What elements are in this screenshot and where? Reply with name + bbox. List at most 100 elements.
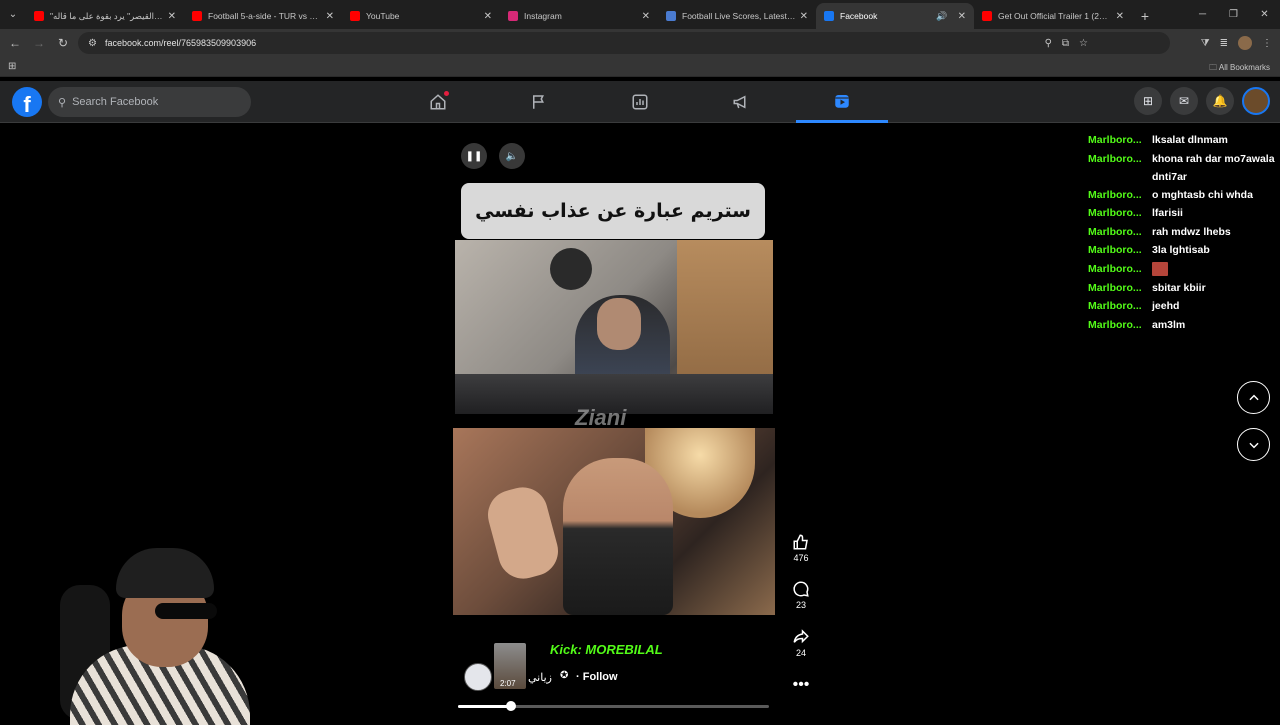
account-avatar[interactable] (1242, 87, 1270, 115)
messenger-icon[interactable]: ✉ (1170, 87, 1198, 115)
previous-reel-button[interactable] (1237, 381, 1270, 414)
volume-button[interactable]: 🔈 (499, 143, 525, 169)
nav-insights[interactable] (594, 81, 686, 123)
install-app-icon[interactable]: ⧉ (1062, 38, 1069, 49)
close-tab-icon[interactable]: ✕ (484, 11, 492, 22)
streamer-head (597, 298, 641, 350)
pause-button[interactable]: ❚❚ (461, 143, 487, 169)
chat-message: Marlboro... o mghtasb chi whda (1088, 186, 1278, 205)
streamer-beanie (116, 548, 214, 598)
toolbar-right: ⧩ ≣ ⋮ (1201, 29, 1272, 57)
chat-message: Marlboro... (1088, 260, 1278, 279)
close-tab-icon[interactable]: ✕ (326, 11, 334, 22)
close-tab-icon[interactable]: ✕ (1116, 11, 1124, 22)
reload-icon[interactable]: ↻ (51, 31, 75, 55)
follow-label: Follow (582, 671, 618, 683)
video-progress-bar[interactable] (458, 701, 769, 711)
guest-figure (563, 458, 673, 615)
browser-tab[interactable]: Football 5-a-side - TUR vs BRA ✕ (184, 3, 342, 29)
url-text: facebook.com/reel/765983509903906 (104, 38, 257, 48)
share-button[interactable]: 24 (788, 628, 814, 658)
site-info-icon[interactable]: ⚙ (88, 38, 97, 49)
minimize-icon[interactable]: ─ (1187, 0, 1218, 29)
chat-message: Marlboro... am3lm (1088, 316, 1278, 335)
more-options-button[interactable]: ••• (788, 676, 814, 694)
extensions-icon[interactable]: ⧩ (1201, 38, 1210, 49)
chat-text: sbitar kbiir (1152, 281, 1206, 294)
tab-audio-icon[interactable]: 🔊 (936, 11, 947, 22)
video-caption: ستريم عبارة عن عذاب نفسي (461, 183, 765, 239)
video-frame-streamer[interactable] (455, 240, 773, 414)
close-tab-icon[interactable]: ✕ (168, 11, 176, 22)
notification-dot (444, 91, 449, 96)
chat-message: Marlboro... lksalat dlnmam (1088, 131, 1278, 150)
tab-title: Football 5-a-side - TUR vs BRA (208, 11, 322, 21)
tab-favicon-icon (824, 11, 834, 21)
chat-text: jeehd (1152, 300, 1180, 313)
menu-icon[interactable]: ⋮ (1262, 38, 1272, 49)
chevron-down-icon (1248, 442, 1259, 448)
comment-button[interactable]: 23 (788, 580, 814, 610)
chat-username: Marlboro... (1088, 207, 1142, 220)
browser-tab[interactable]: Football Live Scores, Latest Foo ✕ (658, 3, 816, 29)
next-reel-button[interactable] (1237, 428, 1270, 461)
more-icon: ••• (792, 676, 810, 693)
profile-avatar[interactable] (1238, 36, 1252, 50)
tab-favicon-icon (508, 11, 518, 21)
chat-emote-icon (1152, 261, 1168, 276)
video-duration: 2:07 (500, 679, 516, 688)
browser-tab[interactable]: "القيصر" يرد بقوة على ما قاله wa ✕ (26, 3, 184, 29)
tab-search-icon[interactable]: ⌄ (0, 0, 26, 29)
kick-overlay: Kick: MOREBILAL (550, 642, 663, 657)
window-controls: ─ ❐ ✕ (1187, 0, 1280, 29)
tab-title: Facebook (840, 11, 878, 21)
facebook-logo-icon[interactable]: f (12, 87, 42, 117)
restore-icon[interactable]: ❐ (1218, 0, 1249, 29)
nav-ads[interactable] (695, 81, 787, 123)
menu-grid-icon[interactable]: ⊞ (1134, 87, 1162, 115)
browser-tab[interactable]: Instagram ✕ (500, 3, 658, 29)
new-tab-button[interactable]: + (1132, 3, 1158, 29)
browser-tab[interactable]: Get Out Official Trailer 1 (2017) ✕ (974, 3, 1132, 29)
tab-title: YouTube (366, 11, 400, 21)
author-name[interactable]: زياني (528, 671, 552, 684)
video-frame-guest[interactable] (453, 428, 775, 615)
nav-home[interactable] (392, 81, 484, 123)
nav-pages[interactable] (493, 81, 585, 123)
apps-grid-icon[interactable]: ⊞ (8, 61, 16, 72)
tab-title: Get Out Official Trailer 1 (2017) (998, 11, 1112, 21)
browser-tab[interactable]: YouTube ✕ (342, 3, 500, 29)
comment-icon (793, 581, 809, 597)
tab-search-icon[interactable]: ≣ (1220, 38, 1228, 49)
megaphone-icon (733, 95, 746, 109)
all-bookmarks[interactable]: 🗀 All Bookmarks (1209, 62, 1270, 76)
chat-message: Marlboro... khona rah dar mo7awala dnti7a… (1088, 150, 1278, 186)
flag-icon (533, 95, 544, 109)
like-count: 476 (793, 553, 809, 563)
chat-text: 3la lghtisab (1152, 244, 1210, 257)
back-icon[interactable]: ← (3, 31, 27, 55)
nav-reels[interactable] (796, 81, 888, 123)
search-input[interactable]: ⚲ Search Facebook (48, 87, 251, 117)
browser-tab[interactable]: Facebook 🔊 ✕ (816, 3, 974, 29)
close-tab-icon[interactable]: ✕ (958, 11, 966, 22)
progress-handle[interactable] (505, 701, 516, 711)
chat-message: Marlboro... rah mdwz lhebs (1088, 223, 1278, 242)
tab-favicon-icon (192, 11, 202, 21)
follow-button[interactable]: · Follow (576, 671, 618, 683)
close-tab-icon[interactable]: ✕ (800, 11, 808, 22)
browser-toolbar: ← → ↻ ⚙ facebook.com/reel/76598350990390… (0, 29, 1280, 57)
like-button[interactable]: 476 (788, 533, 814, 563)
author-avatar[interactable] (464, 663, 492, 691)
zoom-icon[interactable]: ⚲ (1045, 38, 1052, 49)
close-tab-icon[interactable]: ✕ (642, 11, 650, 22)
tab-strip: ⌄ "القيصر" يرد بقوة على ما قاله wa✕Footb… (0, 0, 1280, 29)
search-icon: ⚲ (58, 96, 67, 109)
chat-message: Marlboro... lfarisii (1088, 204, 1278, 223)
forward-icon[interactable]: → (27, 31, 51, 55)
close-window-icon[interactable]: ✕ (1249, 0, 1280, 29)
notifications-bell-icon[interactable]: 🔔 (1206, 87, 1234, 115)
address-bar[interactable]: ⚙ facebook.com/reel/765983509903906 ⚲ ⧉ … (78, 32, 1170, 54)
bookmark-star-icon[interactable]: ☆ (1079, 38, 1088, 49)
chat-username: Marlboro... (1088, 134, 1142, 146)
